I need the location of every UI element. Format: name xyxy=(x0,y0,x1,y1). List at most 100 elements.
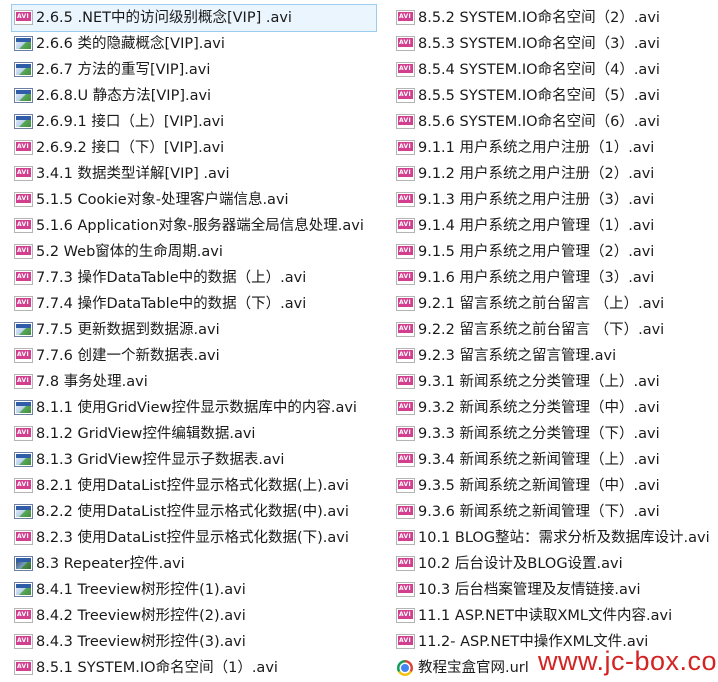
file-item[interactable]: 5.1.5 Cookie对象-处理客户端信息.avi xyxy=(12,187,382,213)
file-item[interactable]: 7.8 事务处理.avi xyxy=(12,369,382,395)
file-name: 10.1 BLOG整站：需求分析及数据库设计.avi xyxy=(418,530,710,546)
file-name: 9.3.6 新闻系统之新闻管理（下）.avi xyxy=(418,504,660,520)
file-item[interactable]: 9.1.6 用户系统之用户管理（3）.avi xyxy=(394,265,716,291)
file-item[interactable]: 8.5.4 SYSTEM.IO命名空间（4）.avi xyxy=(394,57,716,83)
file-name: 8.1.2 GridView控件编辑数据.avi xyxy=(36,426,256,442)
file-item[interactable]: 9.2.3 留言系统之留言管理.avi xyxy=(394,343,716,369)
avi-file-icon xyxy=(396,504,415,519)
file-item[interactable]: 9.3.6 新闻系统之新闻管理（下）.avi xyxy=(394,499,716,525)
file-item[interactable]: 9.1.5 用户系统之用户管理（2）.avi xyxy=(394,239,716,265)
file-name: 8.2.1 使用DataList控件显示格式化数据(上).avi xyxy=(36,478,349,494)
file-item[interactable]: 9.3.1 新闻系统之分类管理（上）.avi xyxy=(394,369,716,395)
video-thumbnail-icon xyxy=(14,452,33,467)
file-name: 2.6.6 类的隐藏概念[VIP].avi xyxy=(36,36,225,52)
video-thumbnail-icon xyxy=(14,504,33,519)
file-name: 9.1.5 用户系统之用户管理（2）.avi xyxy=(418,244,655,260)
file-item[interactable]: 2.6.9.1 接口（上）[VIP].avi xyxy=(12,109,382,135)
file-item[interactable]: 8.1.1 使用GridView控件显示数据库中的内容.avi xyxy=(12,395,382,421)
file-item[interactable]: 9.2.1 留言系统之前台留言 （上）.avi xyxy=(394,291,716,317)
file-name: 11.1 ASP.NET中读取XML文件内容.avi xyxy=(418,608,673,624)
avi-file-icon xyxy=(14,140,33,155)
avi-file-icon xyxy=(396,114,415,129)
file-item[interactable]: 2.6.8.U 静态方法[VIP].avi xyxy=(12,83,382,109)
file-item[interactable]: 8.4.3 Treeview树形控件(3).avi xyxy=(12,629,382,655)
file-item[interactable]: 10.3 后台档案管理及友情链接.avi xyxy=(394,577,716,603)
chrome-link-icon xyxy=(397,660,413,676)
file-item[interactable]: 8.5.2 SYSTEM.IO命名空间（2）.avi xyxy=(394,5,716,31)
file-item[interactable]: 9.3.3 新闻系统之分类管理（下）.avi xyxy=(394,421,716,447)
file-name: 9.1.1 用户系统之用户注册（1）.avi xyxy=(418,140,655,156)
file-item[interactable]: 9.1.4 用户系统之用户管理（1）.avi xyxy=(394,213,716,239)
file-item[interactable]: 8.2.1 使用DataList控件显示格式化数据(上).avi xyxy=(12,473,382,499)
file-name: 8.5.5 SYSTEM.IO命名空间（5）.avi xyxy=(418,88,660,104)
file-item[interactable]: 7.7.6 创建一个新数据表.avi xyxy=(12,343,382,369)
file-item[interactable]: 9.1.2 用户系统之用户注册（2）.avi xyxy=(394,161,716,187)
file-name: 9.1.4 用户系统之用户管理（1）.avi xyxy=(418,218,655,234)
file-name: 9.2.2 留言系统之前台留言 （下）.avi xyxy=(418,322,665,338)
avi-file-icon xyxy=(396,426,415,441)
avi-file-icon xyxy=(396,166,415,181)
file-list-right-column: 8.5.2 SYSTEM.IO命名空间（2）.avi 8.5.3 SYSTEM.I… xyxy=(394,5,716,681)
file-item[interactable]: 8.1.2 GridView控件编辑数据.avi xyxy=(12,421,382,447)
file-item[interactable]: 9.3.4 新闻系统之新闻管理（上）.avi xyxy=(394,447,716,473)
file-name: 3.4.1 数据类型详解[VIP] .avi xyxy=(36,166,230,182)
file-item[interactable]: 8.2.3 使用DataList控件显示格式化数据(下).avi xyxy=(12,525,382,551)
avi-file-icon xyxy=(396,400,415,415)
avi-file-icon xyxy=(396,634,415,649)
file-item[interactable]: 2.6.7 方法的重写[VIP].avi xyxy=(12,57,382,83)
avi-file-icon xyxy=(396,374,415,389)
avi-file-icon xyxy=(14,218,33,233)
file-name: 9.1.6 用户系统之用户管理（3）.avi xyxy=(418,270,655,286)
file-item[interactable]: 11.1 ASP.NET中读取XML文件内容.avi xyxy=(394,603,716,629)
avi-file-icon xyxy=(14,244,33,259)
avi-file-icon xyxy=(14,478,33,493)
file-item[interactable]: 8.5.3 SYSTEM.IO命名空间（3）.avi xyxy=(394,31,716,57)
file-name: 2.6.9.1 接口（上）[VIP].avi xyxy=(36,114,225,130)
file-item[interactable]: 7.7.3 操作DataTable中的数据（上）.avi xyxy=(12,265,382,291)
file-item[interactable]: 3.4.1 数据类型详解[VIP] .avi xyxy=(12,161,382,187)
avi-file-icon xyxy=(396,322,415,337)
avi-file-icon xyxy=(396,452,415,467)
file-item[interactable]: 2.6.6 类的隐藏概念[VIP].avi xyxy=(12,31,382,57)
file-name: 5.1.6 Application对象-服务器端全局信息处理.avi xyxy=(36,218,364,234)
file-name: 2.6.5 .NET中的访问级别概念[VIP] .avi xyxy=(36,10,292,26)
file-name: 8.5.2 SYSTEM.IO命名空间（2）.avi xyxy=(418,10,660,26)
file-item[interactable]: 2.6.9.2 接口（下）[VIP].avi xyxy=(12,135,382,161)
file-item[interactable]: 7.7.4 操作DataTable中的数据（下）.avi xyxy=(12,291,382,317)
file-item[interactable]: 7.7.5 更新数据到数据源.avi xyxy=(12,317,382,343)
file-item[interactable]: 10.1 BLOG整站：需求分析及数据库设计.avi xyxy=(394,525,716,551)
file-item[interactable]: 8.3 Repeater控件.avi xyxy=(12,551,382,577)
file-item[interactable]: 8.4.1 Treeview树形控件(1).avi xyxy=(12,577,382,603)
file-item[interactable]: 8.5.6 SYSTEM.IO命名空间（6）.avi xyxy=(394,109,716,135)
file-item[interactable]: 9.3.2 新闻系统之分类管理（中）.avi xyxy=(394,395,716,421)
avi-file-icon xyxy=(14,530,33,545)
file-item[interactable]: 8.2.2 使用DataList控件显示格式化数据(中).avi xyxy=(12,499,382,525)
avi-file-icon xyxy=(396,36,415,51)
video-thumbnail-icon xyxy=(14,88,33,103)
avi-file-icon xyxy=(396,10,415,25)
file-item[interactable]: 5.2 Web窗体的生命周期.avi xyxy=(12,239,382,265)
file-name: 2.6.9.2 接口（下）[VIP].avi xyxy=(36,140,225,156)
file-name: 10.2 后台设计及BLOG设置.avi xyxy=(418,556,623,572)
file-item[interactable]: 2.6.5 .NET中的访问级别概念[VIP] .avi xyxy=(11,4,377,32)
file-item[interactable]: 9.1.1 用户系统之用户注册（1）.avi xyxy=(394,135,716,161)
video-thumbnail-icon xyxy=(14,36,33,51)
avi-file-icon xyxy=(14,348,33,363)
file-item[interactable]: 10.2 后台设计及BLOG设置.avi xyxy=(394,551,716,577)
file-item[interactable]: 8.4.2 Treeview树形控件(2).avi xyxy=(12,603,382,629)
file-name: 9.3.2 新闻系统之分类管理（中）.avi xyxy=(418,400,660,416)
file-item[interactable]: 9.2.2 留言系统之前台留言 （下）.avi xyxy=(394,317,716,343)
file-item[interactable]: 8.5.1 SYSTEM.IO命名空间（1）.avi xyxy=(12,655,382,681)
file-item[interactable]: 8.1.3 GridView控件显示子数据表.avi xyxy=(12,447,382,473)
file-name: 7.7.4 操作DataTable中的数据（下）.avi xyxy=(36,296,307,312)
file-item[interactable]: 9.1.3 用户系统之用户注册（3）.avi xyxy=(394,187,716,213)
avi-file-icon xyxy=(14,10,33,25)
file-item[interactable]: 8.5.5 SYSTEM.IO命名空间（5）.avi xyxy=(394,83,716,109)
file-item[interactable]: 9.3.5 新闻系统之新闻管理（中）.avi xyxy=(394,473,716,499)
file-name: 9.1.3 用户系统之用户注册（3）.avi xyxy=(418,192,655,208)
avi-file-icon xyxy=(14,426,33,441)
avi-file-icon xyxy=(14,192,33,207)
file-item[interactable]: 5.1.6 Application对象-服务器端全局信息处理.avi xyxy=(12,213,382,239)
avi-file-icon xyxy=(14,608,33,623)
avi-file-icon xyxy=(14,166,33,181)
